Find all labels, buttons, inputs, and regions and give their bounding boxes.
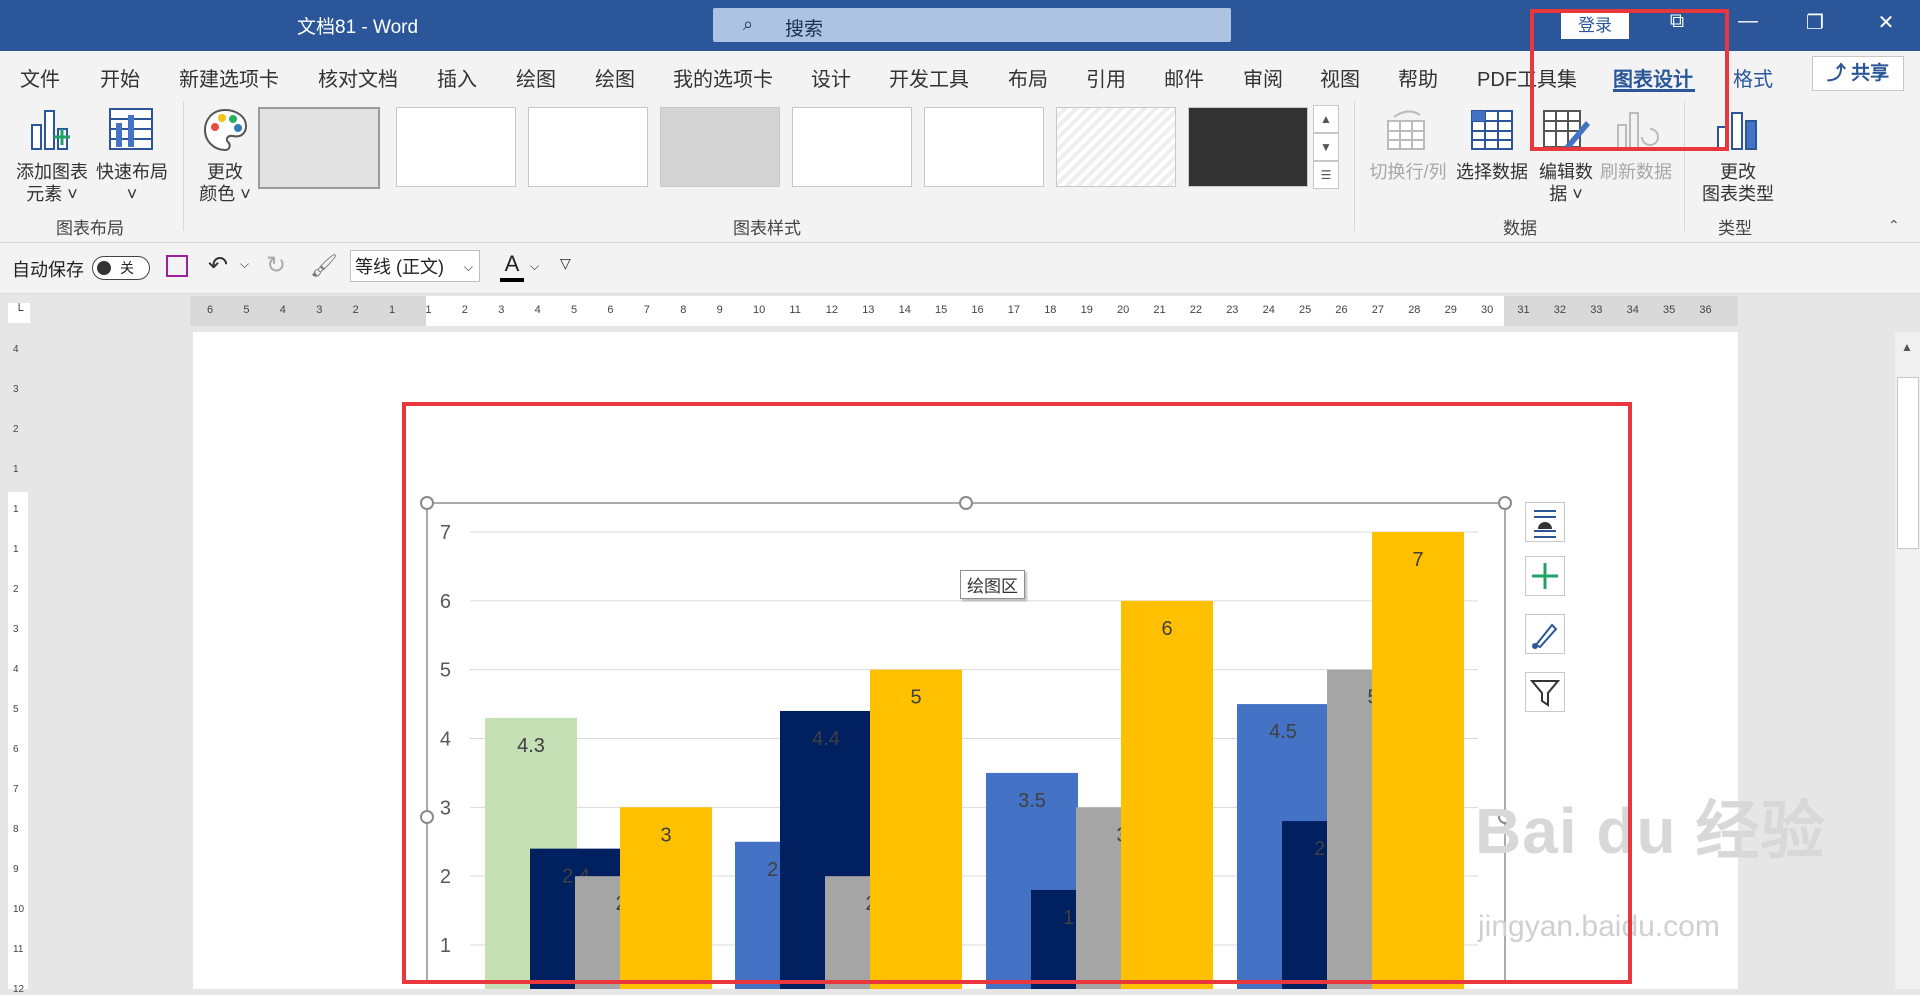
annotation-highlight-chart: [402, 402, 1632, 984]
annotation-highlight-top: [1530, 9, 1729, 151]
